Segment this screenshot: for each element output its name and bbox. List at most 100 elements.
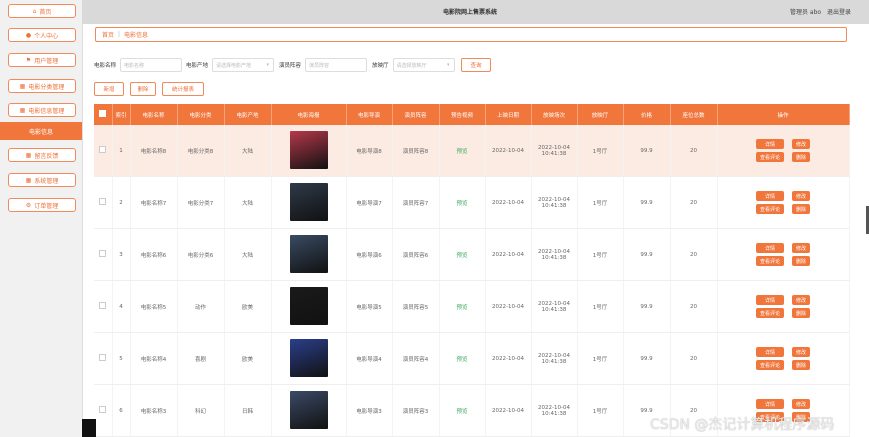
row-checkbox[interactable] [94, 176, 113, 229]
sidebar-item-users[interactable]: ⚑ 用户管理 [8, 53, 76, 67]
row-checkbox[interactable] [94, 280, 113, 333]
view-comments-button[interactable]: 查看评论 [755, 152, 784, 162]
delete-row-button[interactable]: 删除 [792, 256, 811, 266]
movie-poster-image[interactable] [289, 182, 328, 221]
delete-row-button[interactable]: 删除 [792, 360, 811, 370]
sidebar-item-label: 电影信息 [28, 128, 53, 136]
hall-select[interactable]: 请选择放映厅 [392, 58, 455, 72]
table-row: 3 电影名称6 电影分类6 大陆 电影导演6 演员阵容6 预览 2022-10-04 2022-… [94, 228, 850, 281]
movie-table: 索引 电影名称 电影分类 电影产地 电影海报 电影导演 演员阵容 预告视频 上映… [94, 104, 850, 437]
sidebar-item-movie-info-manage[interactable]: ▦ 电影信息管理 [8, 103, 76, 117]
view-comments-button[interactable]: 查看评论 [755, 360, 784, 370]
sidebar-item-movie-info[interactable]: 电影信息 [0, 122, 82, 140]
edit-button[interactable]: 修改 [792, 347, 811, 357]
movie-poster-image[interactable] [289, 286, 328, 325]
col-header: 电影分类 [177, 104, 225, 125]
video-preview-link[interactable]: 预览 [456, 409, 467, 415]
cell-price: 99.9 [623, 280, 671, 333]
cell-category: 电影分类7 [177, 176, 225, 229]
movie-poster-image[interactable] [289, 390, 328, 429]
sidebar-item-movie-category[interactable]: ▦ 电影分类管理 [8, 79, 76, 93]
cell-date: 2022-10-04 [485, 125, 532, 177]
cast-input[interactable]: 演员阵容 [305, 58, 368, 72]
select-all-checkbox[interactable] [94, 104, 113, 125]
delete-row-button[interactable]: 删除 [792, 308, 811, 318]
movie-poster-image[interactable] [289, 234, 328, 273]
video-preview-link[interactable]: 预览 [456, 253, 467, 259]
delete-row-button[interactable]: 删除 [792, 204, 811, 214]
filter-hall: 放映厅 请选择放映厅 [372, 57, 455, 73]
edit-button[interactable]: 修改 [792, 191, 811, 201]
cell-index: 3 [112, 228, 131, 281]
delete-row-button[interactable]: 删除 [792, 152, 811, 162]
row-checkbox[interactable] [94, 125, 113, 177]
col-header: 放映场次 [531, 104, 578, 125]
breadcrumb-separator: | [118, 31, 121, 38]
grid-icon: ▦ [25, 176, 32, 184]
cell-price: 99.9 [623, 176, 671, 229]
cell-video: 预览 [439, 384, 486, 437]
cell-hall: 1号厅 [577, 125, 624, 177]
movie-origin-select[interactable]: 请选择电影产地 [212, 58, 275, 72]
cell-director: 电影导演7 [346, 176, 393, 229]
edit-button[interactable]: 修改 [792, 295, 811, 305]
sidebar-item-home[interactable]: ⌂ 首页 [8, 4, 76, 18]
detail-button[interactable]: 详情 [755, 243, 784, 253]
movie-name-input[interactable]: 电影名称 [120, 58, 183, 72]
edit-button[interactable]: 修改 [792, 139, 811, 149]
cell-price: 99.9 [623, 125, 671, 177]
video-preview-link[interactable]: 预览 [456, 357, 467, 363]
sidebar-item-label: 留言反馈 [34, 152, 59, 160]
cell-index: 6 [112, 384, 131, 437]
sidebar-item-system[interactable]: ▦ 系统管理 [8, 173, 76, 187]
cell-actions: 详情 修改 查看评论 删除 [717, 280, 850, 333]
video-preview-link[interactable]: 预览 [456, 201, 467, 207]
sidebar-item-label: 电影信息管理 [28, 107, 65, 115]
sidebar-item-feedback[interactable]: ▦ 留言反馈 [8, 148, 76, 162]
report-button[interactable]: 统计报表 [162, 82, 204, 96]
detail-button[interactable]: 详情 [755, 399, 784, 409]
detail-button[interactable]: 详情 [755, 191, 784, 201]
cell-origin: 大陆 [224, 228, 272, 281]
add-button[interactable]: 新增 [94, 82, 124, 96]
row-checkbox[interactable] [94, 384, 113, 437]
breadcrumb-home[interactable]: 首页 [102, 30, 114, 39]
view-comments-button[interactable]: 查看评论 [755, 204, 784, 214]
cell-seats: 20 [670, 228, 718, 281]
cell-poster [271, 176, 347, 229]
cell-name: 电影名称3 [130, 384, 178, 437]
search-button[interactable]: 查询 [461, 58, 491, 72]
cell-date: 2022-10-04 [485, 228, 532, 281]
table-row: 2 电影名称7 电影分类7 大陆 电影导演7 演员阵容7 预览 2022-10-04 2022-… [94, 176, 850, 229]
cell-hall: 1号厅 [577, 176, 624, 229]
cell-hall: 1号厅 [577, 384, 624, 437]
detail-button[interactable]: 详情 [755, 295, 784, 305]
video-preview-link[interactable]: 预览 [456, 305, 467, 311]
row-checkbox[interactable] [94, 228, 113, 281]
cell-director: 电影导演6 [346, 228, 393, 281]
movie-poster-image[interactable] [289, 130, 328, 169]
delete-button[interactable]: 删除 [130, 82, 156, 96]
logout-link[interactable]: 退出登录 [827, 9, 851, 16]
cell-director: 电影导演4 [346, 332, 393, 385]
cell-date: 2022-10-04 [485, 332, 532, 385]
cell-session: 2022-10-04 10:41:38 [531, 332, 578, 385]
cell-seats: 20 [670, 176, 718, 229]
detail-button[interactable]: 详情 [755, 347, 784, 357]
sidebar-item-profile[interactable]: ● 个人中心 [8, 28, 76, 42]
detail-button[interactable]: 详情 [755, 139, 784, 149]
video-preview-link[interactable]: 预览 [456, 149, 467, 155]
edit-button[interactable]: 修改 [792, 399, 811, 409]
page-title: 电影院网上售票系统 [443, 9, 498, 16]
movie-poster-image[interactable] [289, 338, 328, 377]
row-checkbox[interactable] [94, 332, 113, 385]
cell-price: 99.9 [623, 228, 671, 281]
grid-icon: ▦ [25, 151, 32, 159]
cell-origin: 大陆 [224, 125, 272, 177]
view-comments-button[interactable]: 查看评论 [755, 308, 784, 318]
cell-category: 电影分类6 [177, 228, 225, 281]
filter-origin: 电影产地 请选择电影产地 [186, 57, 275, 73]
view-comments-button[interactable]: 查看评论 [755, 256, 784, 266]
sidebar-item-orders[interactable]: ⚙ 订单管理 [8, 198, 76, 212]
edit-button[interactable]: 修改 [792, 243, 811, 253]
